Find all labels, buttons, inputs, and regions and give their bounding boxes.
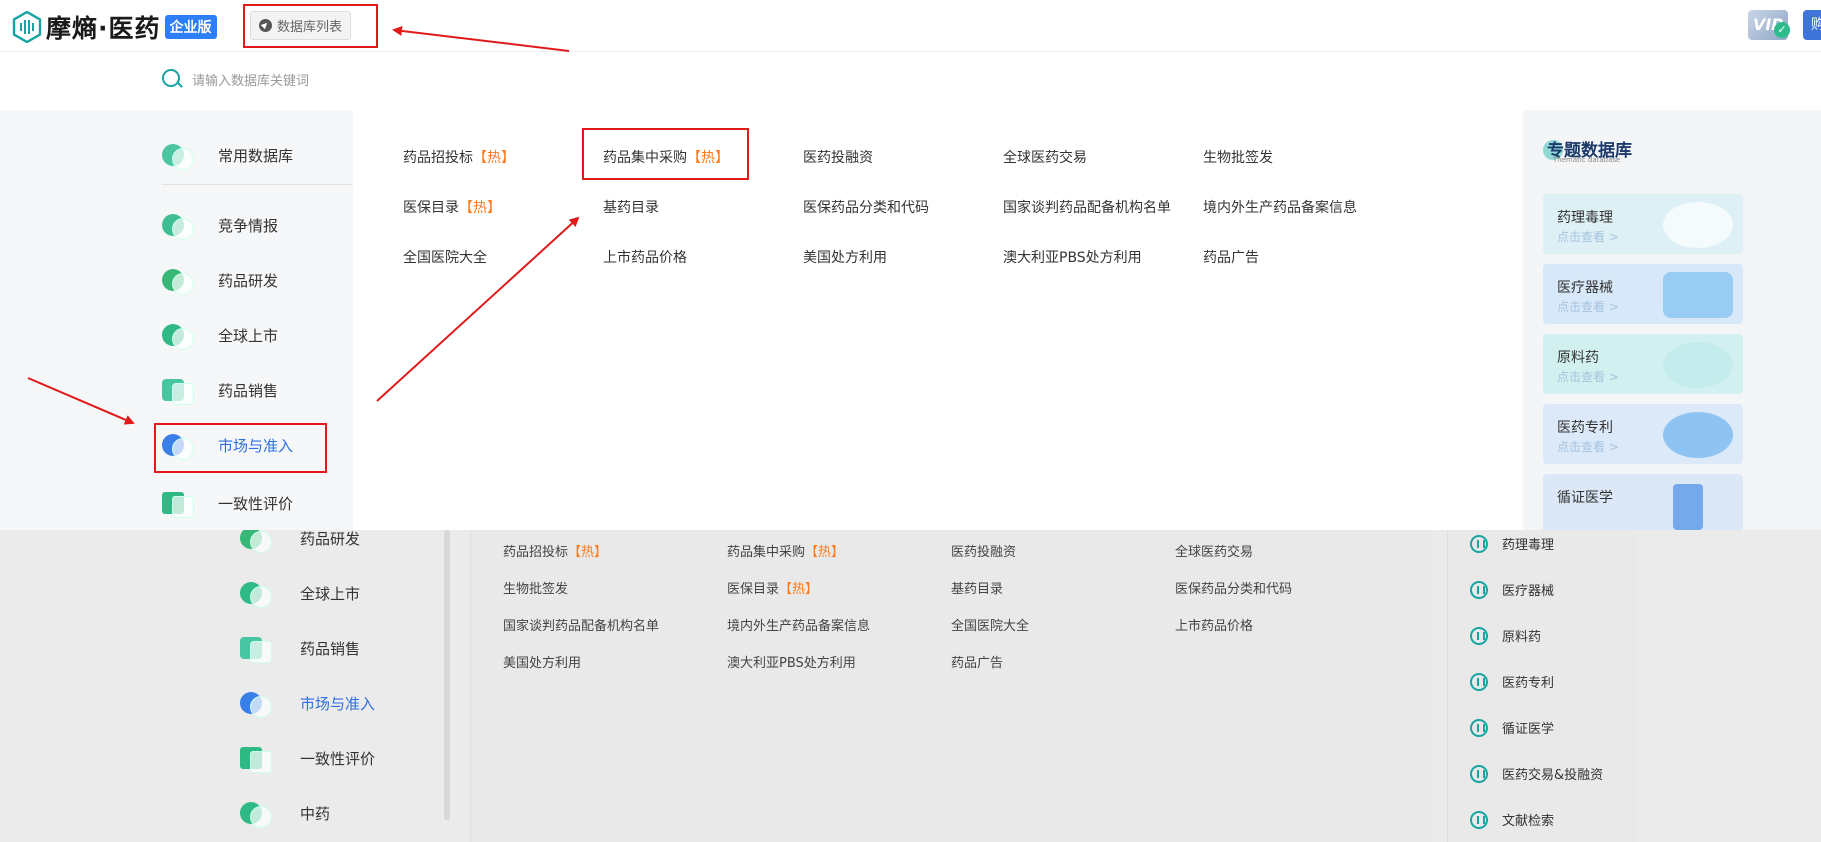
arrow-to-procurement [376,216,580,402]
arrow-to-market-access [27,377,135,425]
arrow-to-database-list [392,25,570,52]
annotation-arrows [27,25,580,425]
